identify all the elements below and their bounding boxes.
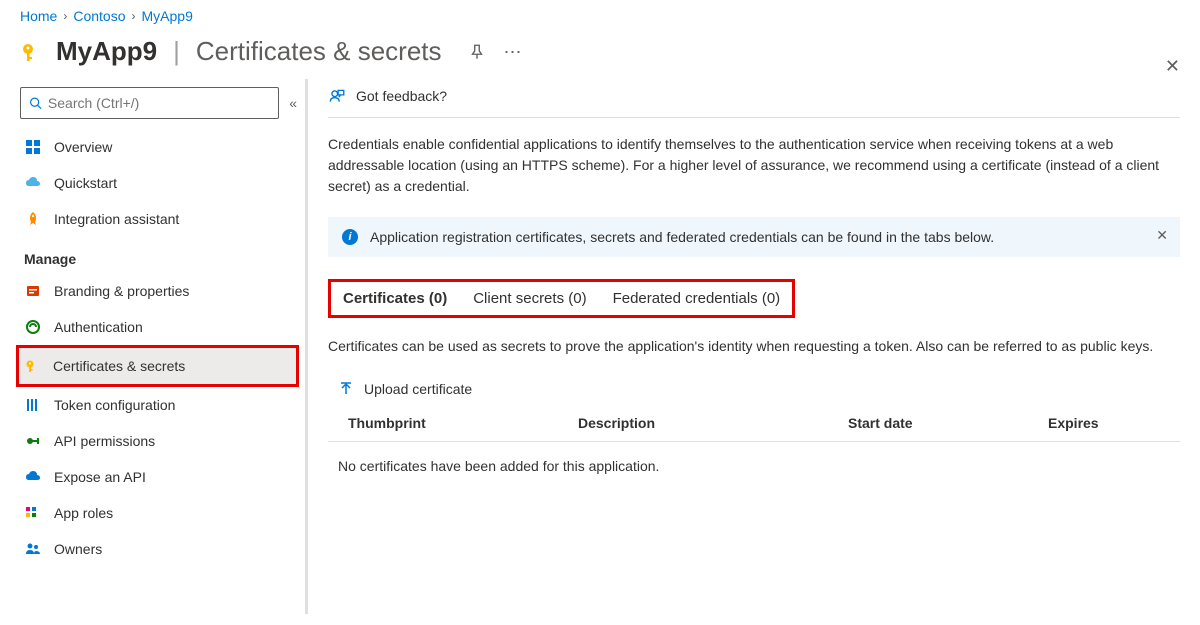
title-divider: | [173,36,180,67]
people-icon [24,540,42,558]
chevron-right-icon: › [63,9,67,23]
sidebar-item-label: Authentication [54,319,143,335]
sidebar-item-api-permissions[interactable]: API permissions [20,423,305,459]
key-icon [20,40,44,64]
upload-certificate-button[interactable]: Upload certificate [328,369,1180,407]
search-box[interactable] [20,87,279,119]
tab-federated[interactable]: Federated credentials (0) [613,290,781,307]
upload-label: Upload certificate [364,381,472,397]
chevron-right-icon: › [132,9,136,23]
tag-icon [24,282,42,300]
search-input[interactable] [48,95,270,111]
sidebar-item-integration[interactable]: Integration assistant [20,201,305,237]
info-banner-text: Application registration certificates, s… [370,229,994,245]
more-icon[interactable]: ⋯ [504,43,524,61]
sidebar-item-label: App roles [54,505,113,521]
feedback-button[interactable]: Got feedback? [328,87,1180,118]
table-header: Thumbprint Description Start date Expire… [328,407,1180,442]
feedback-icon [328,87,346,105]
info-icon: i [342,229,358,245]
pin-icon[interactable] [468,43,486,61]
page-header: MyApp9 | Certificates & secrets ⋯ [0,28,1200,79]
auth-icon [24,318,42,336]
sidebar-item-quickstart[interactable]: Quickstart [20,165,305,201]
permission-icon [24,432,42,450]
sidebar-item-label: Overview [54,139,112,155]
sidebar-item-authentication[interactable]: Authentication [20,309,305,345]
sidebar-item-label: Quickstart [54,175,117,191]
rocket-icon [24,210,42,228]
sidebar-item-certificates[interactable]: Certificates & secrets [19,348,296,384]
list-icon [24,396,42,414]
sidebar-item-label: API permissions [54,433,155,449]
sidebar-item-label: Owners [54,541,102,557]
upload-icon [338,381,354,397]
sidebar-item-branding[interactable]: Branding & properties [20,273,305,309]
tab-description: Certificates can be used as secrets to p… [328,318,1180,369]
sidebar-item-label: Integration assistant [54,211,179,227]
cloud-expose-icon [24,468,42,486]
page-title: MyApp9 [56,36,157,67]
sidebar-item-overview[interactable]: Overview [20,129,305,165]
cloud-icon [24,174,42,192]
close-icon[interactable]: ✕ [1165,56,1180,77]
grid-icon [24,138,42,156]
breadcrumb-contoso[interactable]: Contoso [73,8,125,24]
sidebar-section-manage: Manage [20,237,305,273]
highlight-marker: Certificates & secrets [16,345,299,387]
sidebar-item-label: Token configuration [54,397,175,413]
feedback-label: Got feedback? [356,88,447,104]
breadcrumb: Home › Contoso › MyApp9 [0,0,1200,28]
tab-client-secrets[interactable]: Client secrets (0) [473,290,586,307]
tabs-highlight: Certificates (0) Client secrets (0) Fede… [328,279,795,318]
info-banner: i Application registration certificates,… [328,217,1180,257]
col-expires: Expires [1048,415,1170,431]
sidebar-item-expose-api[interactable]: Expose an API [20,459,305,495]
col-description: Description [578,415,848,431]
sidebar-item-owners[interactable]: Owners [20,531,305,567]
sidebar-item-label: Expose an API [54,469,146,485]
tab-certificates[interactable]: Certificates (0) [343,290,447,307]
search-icon [29,96,42,110]
sidebar: « Overview Quickstart Integration assist… [0,79,308,614]
roles-icon [24,504,42,522]
credentials-description: Credentials enable confidential applicat… [328,118,1180,217]
empty-state: No certificates have been added for this… [328,442,1180,490]
main-content: Got feedback? Credentials enable confide… [308,79,1200,614]
sidebar-item-label: Certificates & secrets [53,358,185,374]
sidebar-item-token[interactable]: Token configuration [20,387,305,423]
col-thumbprint: Thumbprint [348,415,578,431]
breadcrumb-home[interactable]: Home [20,8,57,24]
collapse-icon[interactable]: « [289,95,293,111]
breadcrumb-myapp[interactable]: MyApp9 [142,8,193,24]
col-start-date: Start date [848,415,1048,431]
sidebar-item-app-roles[interactable]: App roles [20,495,305,531]
dismiss-icon[interactable]: ✕ [1156,227,1168,244]
sidebar-item-label: Branding & properties [54,283,189,299]
key-icon [23,357,41,375]
page-subtitle: Certificates & secrets [196,36,442,67]
